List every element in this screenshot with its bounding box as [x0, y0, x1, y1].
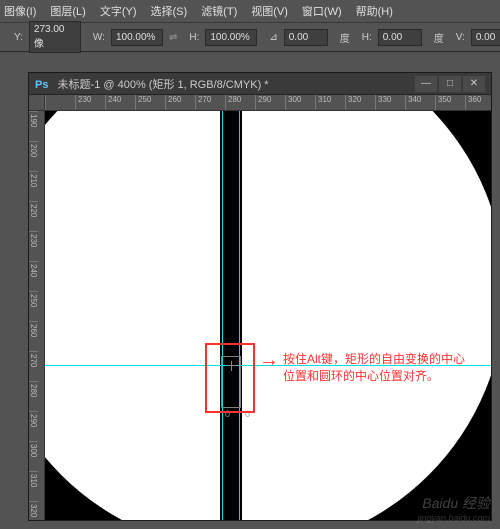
ruler-h-tick: 330 — [375, 95, 405, 110]
ruler-h-tick: 290 — [255, 95, 285, 110]
menu-bar: 图像(I) 图层(L) 文字(Y) 选择(S) 滤镜(T) 视图(V) 窗口(W… — [0, 0, 500, 22]
y-field[interactable]: 273.00 像 — [29, 21, 81, 53]
ruler-corner — [29, 95, 45, 111]
ruler-v-tick: 310 — [29, 471, 38, 501]
annotation-box — [205, 343, 255, 413]
ruler-horizontal[interactable]: 2302402502602702802903003103203303403503… — [45, 95, 491, 111]
skew-h-unit: 度 — [434, 30, 444, 45]
w-label: W: — [93, 32, 105, 43]
ruler-vertical[interactable]: 1902002102202302402502602702802903003103… — [29, 111, 45, 520]
menu-select[interactable]: 选择(S) — [151, 3, 188, 19]
ruler-h-tick: 260 — [165, 95, 195, 110]
ps-icon: Ps — [35, 79, 48, 91]
annotation-text: 按住Alt键，矩形的自由变换的中心 位置和圆环的中心位置对齐。 — [283, 351, 465, 385]
skew-h-field[interactable]: 0.00 — [378, 29, 422, 46]
menu-layer[interactable]: 图层(L) — [50, 3, 85, 19]
ruler-v-tick: 270 — [29, 351, 38, 381]
ruler-h-tick: 360 — [465, 95, 491, 110]
skew-v-label: V: — [456, 32, 465, 43]
ruler-v-tick: 280 — [29, 381, 38, 411]
ruler-v-tick: 200 — [29, 141, 38, 171]
angle-icon: ⊿ — [269, 32, 277, 43]
ruler-v-tick: 250 — [29, 291, 38, 321]
y-label: Y: — [14, 32, 23, 43]
minimize-button[interactable]: — — [415, 76, 437, 92]
h-field[interactable]: 100.00% — [205, 29, 257, 46]
ruler-v-tick: 220 — [29, 201, 38, 231]
guide-vertical-1[interactable] — [222, 111, 223, 520]
ruler-v-tick: 290 — [29, 411, 38, 441]
circle-shape — [45, 111, 491, 520]
ruler-v-tick: 260 — [29, 321, 38, 351]
document-title: 未标题-1 @ 400% (矩形 1, RGB/8/CMYK) * — [58, 79, 269, 91]
ruler-v-tick: 240 — [29, 261, 38, 291]
menu-type[interactable]: 文字(Y) — [100, 3, 137, 19]
ruler-h-tick — [45, 95, 75, 110]
ruler-h-tick: 340 — [405, 95, 435, 110]
w-field[interactable]: 100.00% — [111, 29, 163, 46]
ruler-h-tick: 230 — [75, 95, 105, 110]
menu-view[interactable]: 视图(V) — [251, 3, 288, 19]
canvas[interactable]: 0 0 → 按住Alt键，矩形的自由变换的中心 位置和圆环的中心位置对齐。 — [45, 111, 491, 520]
guide-vertical-2[interactable] — [239, 111, 240, 520]
ruler-v-tick: 190 — [29, 111, 38, 141]
watermark-main: Baidu 经验 — [422, 495, 490, 511]
angle-field[interactable]: 0.00 — [284, 29, 328, 46]
close-button[interactable]: ✕ — [463, 76, 485, 92]
h-label: H: — [189, 32, 199, 43]
menu-help[interactable]: 帮助(H) — [356, 3, 393, 19]
options-bar: Y: 273.00 像 W: 100.00% ⇌ H: 100.00% ⊿ 0.… — [0, 22, 500, 52]
menu-window[interactable]: 窗口(W) — [302, 3, 342, 19]
menu-filter[interactable]: 滤镜(T) — [201, 3, 237, 19]
skew-v-field[interactable]: 0.00 — [471, 29, 500, 46]
document-window: Ps 未标题-1 @ 400% (矩形 1, RGB/8/CMYK) * — □… — [28, 72, 492, 521]
watermark-sub: jingyan.baidu.com — [417, 513, 490, 523]
ruler-v-tick: 230 — [29, 231, 38, 261]
ruler-h-tick: 270 — [195, 95, 225, 110]
maximize-button[interactable]: □ — [439, 76, 461, 92]
ruler-h-tick: 280 — [225, 95, 255, 110]
ruler-h-tick: 350 — [435, 95, 465, 110]
ruler-v-tick: 320 — [29, 501, 38, 520]
skew-h-label: H: — [362, 32, 372, 43]
ruler-h-tick: 320 — [345, 95, 375, 110]
watermark: Baidu 经验 jingyan.baidu.com — [417, 493, 490, 523]
annotation-line-2: 位置和圆环的中心位置对齐。 — [283, 368, 465, 385]
angle-unit: 度 — [340, 30, 350, 45]
ruler-v-tick: 300 — [29, 441, 38, 471]
menu-image[interactable]: 图像(I) — [4, 3, 36, 19]
annotation-line-1: 按住Alt键，矩形的自由变换的中心 — [283, 351, 465, 368]
ruler-h-tick: 310 — [315, 95, 345, 110]
ruler-h-tick: 250 — [135, 95, 165, 110]
document-titlebar: Ps 未标题-1 @ 400% (矩形 1, RGB/8/CMYK) * — □… — [29, 73, 491, 95]
link-icon[interactable]: ⇌ — [169, 30, 177, 44]
ruler-h-tick: 240 — [105, 95, 135, 110]
annotation-arrow-icon: → — [259, 349, 279, 372]
ruler-v-tick: 210 — [29, 171, 38, 201]
ruler-h-tick: 300 — [285, 95, 315, 110]
